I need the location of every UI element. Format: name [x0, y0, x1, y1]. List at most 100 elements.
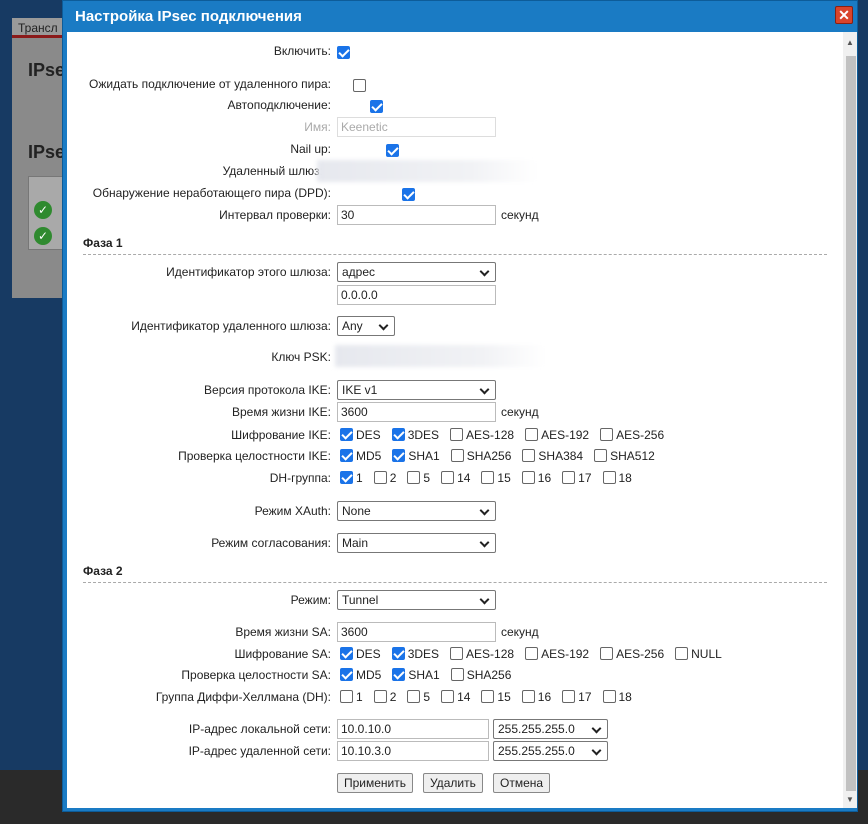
option-checkbox[interactable]: [562, 471, 576, 485]
scroll-up-icon[interactable]: ▲: [846, 38, 854, 47]
dpd-checkbox[interactable]: [402, 188, 416, 202]
option-checkbox[interactable]: [340, 690, 353, 704]
option-checkbox[interactable]: [521, 690, 535, 704]
option-checkbox[interactable]: [525, 647, 539, 661]
option-checkbox[interactable]: [521, 471, 535, 485]
local-net-mask-select[interactable]: 255.255.255.0: [493, 719, 608, 739]
checkbox-option[interactable]: MD5: [337, 667, 381, 682]
mode-select[interactable]: Tunnel: [337, 590, 496, 610]
checkbox-option[interactable]: 5: [404, 689, 430, 704]
cancel-button[interactable]: Отмена: [493, 773, 551, 793]
local-id-address-input[interactable]: 0.0.0.0: [337, 285, 496, 305]
checkbox-option[interactable]: 5: [404, 470, 430, 485]
option-checkbox[interactable]: [340, 647, 353, 661]
checkbox-option[interactable]: 3DES: [389, 427, 439, 442]
psk-input-blurred[interactable]: [335, 345, 545, 367]
scrollbar-thumb[interactable]: [846, 56, 856, 791]
checkbox-option[interactable]: SHA512: [591, 448, 655, 463]
option-checkbox[interactable]: [441, 471, 455, 485]
option-checkbox[interactable]: [407, 471, 421, 485]
checkbox-option[interactable]: MD5: [337, 448, 381, 463]
checkbox-option[interactable]: 2: [371, 470, 396, 485]
checkbox-option[interactable]: DES: [337, 646, 381, 661]
checkbox-option[interactable]: SHA256: [448, 667, 511, 682]
remote-gateway-input-blurred[interactable]: [317, 160, 537, 182]
checkbox-option[interactable]: 14: [438, 470, 470, 485]
option-checkbox[interactable]: [525, 428, 539, 442]
option-checkbox[interactable]: [340, 471, 353, 485]
option-checkbox[interactable]: [392, 668, 406, 682]
option-checkbox[interactable]: [600, 647, 614, 661]
option-checkbox[interactable]: [373, 471, 387, 485]
option-checkbox[interactable]: [594, 449, 608, 463]
wait-remote-checkbox[interactable]: [353, 79, 367, 93]
checkbox-option[interactable]: 1: [337, 689, 363, 704]
option-checkbox[interactable]: [602, 471, 616, 485]
checkbox-option[interactable]: AES-192: [522, 646, 589, 661]
checkbox-option[interactable]: 15: [478, 689, 511, 704]
checkbox-option[interactable]: 18: [600, 689, 632, 704]
checkbox-option[interactable]: AES-128: [447, 427, 514, 442]
option-checkbox[interactable]: [562, 690, 576, 704]
ike-version-select[interactable]: IKE v1: [337, 380, 496, 400]
option-checkbox[interactable]: [391, 647, 405, 661]
checkbox-option[interactable]: 3DES: [389, 646, 439, 661]
checkbox-option[interactable]: 16: [519, 470, 551, 485]
remote-id-select[interactable]: Any: [337, 316, 395, 336]
option-checkbox[interactable]: [675, 647, 689, 661]
option-checkbox[interactable]: [391, 428, 405, 442]
negotiation-select[interactable]: Main: [337, 533, 496, 553]
checkbox-option[interactable]: 18: [600, 470, 632, 485]
option-checkbox[interactable]: [373, 690, 387, 704]
remote-net-ip-input[interactable]: 10.10.3.0: [337, 741, 489, 761]
checkbox-option[interactable]: AES-256: [597, 646, 664, 661]
checkbox-option[interactable]: AES-256: [597, 427, 664, 442]
option-checkbox[interactable]: [481, 471, 495, 485]
checkbox-option[interactable]: SHA256: [448, 448, 511, 463]
sa-lifetime-input[interactable]: 3600: [337, 622, 496, 642]
delete-button[interactable]: Удалить: [423, 773, 483, 793]
option-checkbox[interactable]: [450, 668, 464, 682]
name-input[interactable]: Keenetic: [337, 117, 496, 137]
scrollbar[interactable]: ▲ ▼: [843, 32, 857, 808]
apply-button[interactable]: Применить: [337, 773, 414, 793]
checkbox-option[interactable]: 17: [559, 689, 592, 704]
enable-checkbox[interactable]: [337, 46, 350, 60]
nail-up-checkbox[interactable]: [386, 144, 400, 158]
close-button[interactable]: ✕: [835, 6, 853, 24]
check-interval-input[interactable]: 30: [337, 205, 496, 225]
checkbox-option[interactable]: 16: [519, 689, 551, 704]
checkbox-option[interactable]: SHA1: [389, 448, 440, 463]
xauth-select[interactable]: None: [337, 501, 496, 521]
autoconnect-checkbox[interactable]: [369, 100, 383, 114]
local-id-select[interactable]: адрес: [337, 262, 496, 282]
checkbox-option[interactable]: 1: [337, 470, 363, 485]
option-checkbox[interactable]: [522, 449, 536, 463]
option-checkbox[interactable]: [441, 690, 455, 704]
local-net-ip-input[interactable]: 10.0.10.0: [337, 719, 489, 739]
option-checkbox[interactable]: [450, 449, 464, 463]
checkbox-option[interactable]: SHA1: [389, 667, 440, 682]
option-checkbox[interactable]: [340, 668, 353, 682]
ike-lifetime-input[interactable]: 3600: [337, 402, 496, 422]
checkbox-option[interactable]: NULL: [672, 646, 722, 661]
checkbox-option[interactable]: 14: [438, 689, 470, 704]
checkbox-option[interactable]: DES: [337, 427, 381, 442]
checkbox-option[interactable]: SHA384: [519, 448, 583, 463]
option-checkbox[interactable]: [481, 690, 495, 704]
checkbox-option[interactable]: AES-128: [447, 646, 514, 661]
option-checkbox[interactable]: [340, 428, 353, 442]
checkbox-option[interactable]: 2: [371, 689, 396, 704]
scroll-down-icon[interactable]: ▼: [846, 795, 854, 804]
checkbox-option[interactable]: AES-192: [522, 427, 589, 442]
option-checkbox[interactable]: [600, 428, 614, 442]
option-checkbox[interactable]: [450, 428, 464, 442]
option-checkbox[interactable]: [602, 690, 616, 704]
remote-net-mask-select[interactable]: 255.255.255.0: [493, 741, 608, 761]
checkbox-option[interactable]: 15: [478, 470, 511, 485]
checkbox-option[interactable]: 17: [559, 470, 592, 485]
option-checkbox[interactable]: [407, 690, 421, 704]
option-checkbox[interactable]: [450, 647, 464, 661]
option-checkbox[interactable]: [340, 449, 353, 463]
option-checkbox[interactable]: [392, 449, 406, 463]
